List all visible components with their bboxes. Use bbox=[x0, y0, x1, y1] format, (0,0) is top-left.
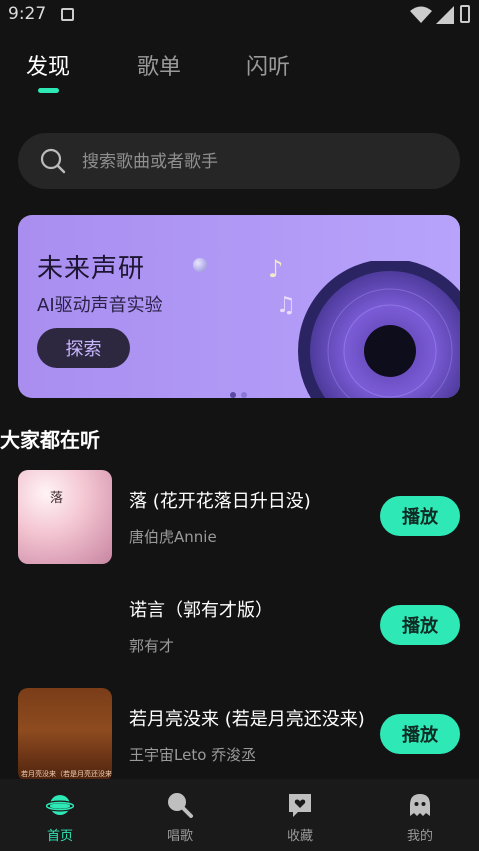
album-cover: 落 bbox=[18, 470, 112, 564]
song-artist: 唐伯虎Annie bbox=[129, 528, 217, 546]
search-bar[interactable] bbox=[18, 133, 460, 191]
vinyl-record-icon bbox=[298, 261, 460, 398]
nav-favorites[interactable]: 收藏 bbox=[240, 779, 360, 851]
search-icon bbox=[40, 148, 66, 174]
sphere-decoration bbox=[193, 258, 207, 272]
album-cover: 若月亮没来（若是月亮还没来） bbox=[18, 688, 112, 782]
banner-title: 未来声研 bbox=[37, 254, 146, 284]
song-title: 诺言（郭有才版） bbox=[129, 600, 273, 621]
search-input[interactable] bbox=[80, 133, 444, 191]
bottom-navigation: 首页 唱歌 收藏 我的 bbox=[0, 779, 479, 851]
tab-quick-listen[interactable]: 闪听 bbox=[246, 49, 290, 81]
tab-playlists[interactable]: 歌单 bbox=[137, 49, 181, 81]
song-title: 落 (花开花落日升日没) bbox=[129, 491, 311, 512]
song-row[interactable]: 诺言（郭有才版） 郭有才 播放 bbox=[0, 579, 479, 674]
music-notes-icon: ♫ bbox=[276, 293, 296, 318]
carousel-dot-active bbox=[230, 392, 236, 398]
heart-message-icon bbox=[289, 794, 311, 817]
promo-banner[interactable]: 未来声研 AI驱动声音实验 探索 ♪ ♫ bbox=[18, 215, 460, 398]
signal-icon bbox=[436, 6, 454, 24]
battery-icon bbox=[460, 5, 470, 23]
section-title: 大家都在听 bbox=[0, 428, 100, 452]
nav-home-label: 首页 bbox=[46, 829, 73, 844]
nav-profile-label: 我的 bbox=[406, 829, 433, 844]
nav-sing-label: 唱歌 bbox=[166, 829, 193, 844]
song-row[interactable]: 落 落 (花开花落日升日没) 唐伯虎Annie 播放 bbox=[0, 470, 479, 565]
banner-subtitle: AI驱动声音实验 bbox=[37, 295, 163, 316]
song-artist: 王宇宙Leto 乔浚丞 bbox=[129, 746, 257, 764]
ghost-icon bbox=[410, 794, 430, 816]
album-cover bbox=[18, 579, 112, 673]
carousel-indicator bbox=[230, 383, 252, 398]
play-button[interactable]: 播放 bbox=[380, 605, 460, 645]
song-artist: 郭有才 bbox=[129, 637, 175, 655]
tab-discover[interactable]: 发现 bbox=[26, 49, 70, 81]
notification-icon bbox=[61, 8, 74, 21]
nav-favorites-label: 收藏 bbox=[286, 829, 313, 844]
status-time: 9:27 bbox=[8, 4, 47, 24]
status-bar: 9:27 bbox=[0, 0, 479, 30]
nav-home[interactable]: 首页 bbox=[0, 779, 120, 851]
cover-text: 落 bbox=[50, 491, 64, 506]
cover-caption: 若月亮没来（若是月亮还没来） bbox=[21, 770, 112, 778]
microphone-icon bbox=[168, 793, 193, 818]
carousel-dot bbox=[241, 392, 247, 398]
wifi-icon bbox=[410, 6, 432, 23]
play-button[interactable]: 播放 bbox=[380, 714, 460, 754]
nav-sing[interactable]: 唱歌 bbox=[120, 779, 240, 851]
music-note-icon: ♪ bbox=[268, 255, 284, 283]
song-row[interactable]: 若月亮没来（若是月亮还没来） 若月亮没来 (若是月亮还没来) 王宇宙Leto 乔… bbox=[0, 688, 479, 783]
song-title: 若月亮没来 (若是月亮还没来) bbox=[129, 709, 365, 730]
nav-profile[interactable]: 我的 bbox=[360, 779, 479, 851]
explore-button[interactable]: 探索 bbox=[37, 328, 130, 368]
play-button[interactable]: 播放 bbox=[380, 496, 460, 536]
planet-icon bbox=[46, 795, 74, 815]
top-tabs: 发现 歌单 闪听 bbox=[0, 45, 479, 95]
active-tab-indicator bbox=[38, 88, 59, 93]
